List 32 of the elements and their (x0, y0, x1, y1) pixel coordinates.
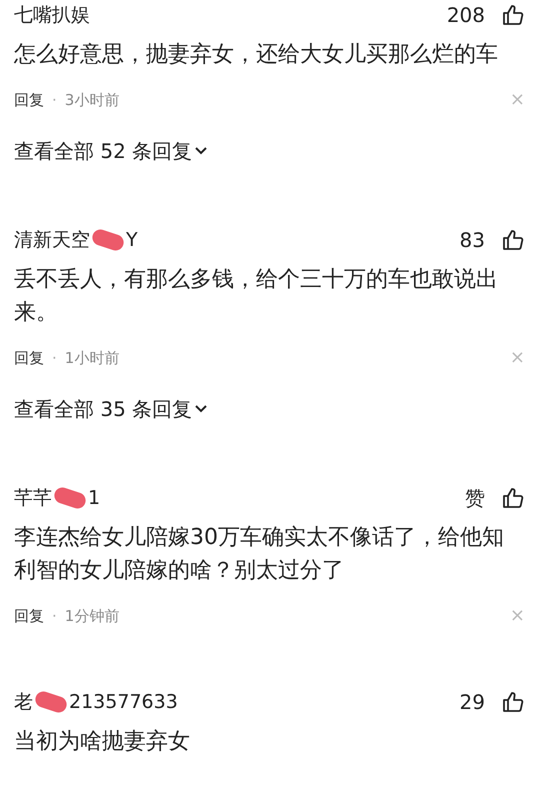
comment-text: 丢不丢人，有那么多钱，给个三十万的车也敢说出来。 (14, 266, 499, 327)
thumbs-up-icon[interactable] (501, 486, 525, 510)
timestamp: 1小时前 (64, 348, 120, 369)
view-replies-link[interactable]: 查看全部 52 条回复 (14, 137, 208, 165)
reply-link[interactable]: 回复 (14, 605, 44, 627)
separator-dot: · (51, 90, 58, 111)
view-replies-link[interactable]: 查看全部 35 条回复 (14, 395, 208, 423)
separator-dot: · (51, 606, 58, 627)
thumbs-up-icon[interactable] (501, 690, 525, 714)
comment-text: 当初为啥抛妻弃女 (14, 728, 191, 756)
like-count: 赞 (465, 485, 485, 512)
like-count: 29 (460, 689, 485, 716)
timestamp: 3小时前 (64, 90, 120, 111)
chevron-down-icon (194, 404, 208, 414)
user-name: 清新天空 (14, 228, 90, 253)
comment-text: 怎么好意思，抛妻弃女，还给大女儿买那么烂的车 (14, 41, 499, 69)
user-name: 芊芊 (14, 486, 52, 511)
user-name: 1 (88, 486, 100, 511)
thumbs-up-icon[interactable] (501, 3, 525, 27)
user-name: 老 (14, 690, 33, 715)
reply-link[interactable]: 回复 (14, 89, 44, 111)
timestamp: 1分钟前 (64, 606, 120, 627)
thumbs-up-icon[interactable] (501, 228, 525, 252)
reply-link[interactable]: 回复 (14, 347, 44, 369)
user-name: Y (126, 228, 138, 253)
chevron-down-icon (194, 146, 208, 156)
user-name: 213577633 (69, 690, 178, 715)
comment-text: 李连杰给女儿陪嫁30万车确实太不像话了，给他知利智的女儿陪嫁的啥？别太过分了 (14, 524, 505, 585)
like-count: 208 (446, 2, 485, 29)
like-count: 83 (460, 227, 485, 254)
separator-dot: · (51, 348, 58, 369)
user-name: 七嘴扒娱 (14, 3, 90, 28)
